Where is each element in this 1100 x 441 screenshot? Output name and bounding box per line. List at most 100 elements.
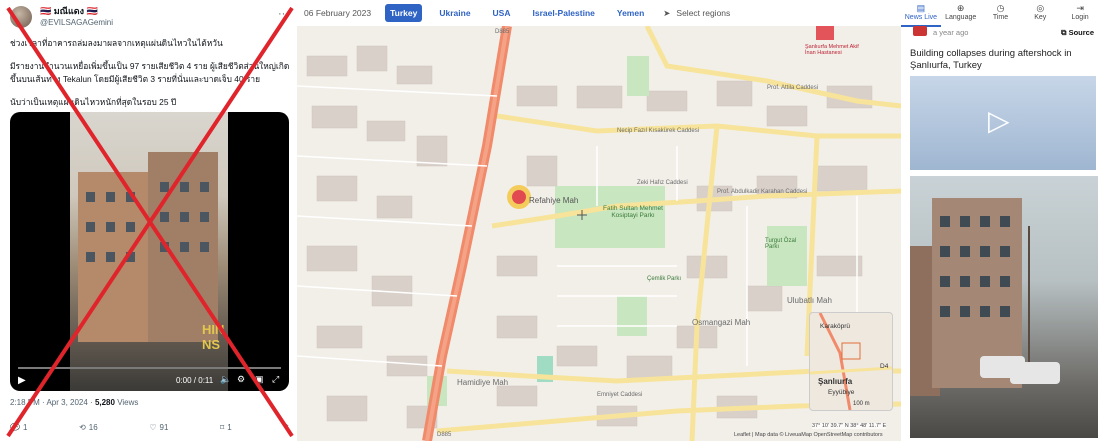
map-label-emniyet: Emniyet Caddesi — [597, 392, 643, 398]
map-label-cemlik-park: Çemlik Parkı — [647, 276, 682, 282]
fullscreen-icon[interactable]: ⤢ — [272, 374, 279, 385]
news-icon: ▤ — [916, 3, 926, 13]
source-label: Source — [1068, 28, 1094, 37]
map-label-zeki-hafiz: Zeki Hafız Caddesi — [637, 180, 688, 186]
retweet-count: 16 — [88, 423, 98, 432]
nav-key-label: Key — [1034, 14, 1047, 21]
news-timestamp: a year ago — [933, 28, 969, 37]
heart-icon: ♡ — [149, 423, 157, 432]
bookmark-icon: ⌑ — [220, 423, 225, 432]
share-icon: ⇪ — [283, 423, 290, 432]
video-controls: ▶ 0:00 / 0:11 🔈 ⚙ ▣ ⤢ — [10, 365, 289, 391]
map-label-d885-bottom: D885 — [437, 432, 452, 438]
source-link[interactable]: ⧉ Source — [1061, 28, 1094, 38]
reply-button[interactable]: 💬 1 — [10, 423, 27, 432]
play-icon[interactable]: ▷ — [988, 106, 1010, 136]
map-label-refahiye: Refahiye Mah — [529, 196, 579, 205]
clock-icon: ◷ — [996, 3, 1005, 13]
video-player[interactable]: HIN NS ▶ 0:00 / 0:11 🔈 ⚙ ▣ ⤢ — [10, 112, 289, 391]
tab-ukraine[interactable]: Ukraine — [434, 4, 475, 22]
map-label-hospital: Şanlıurfa Mehmet Akif İnan Hastanesi — [805, 44, 859, 56]
mini-map[interactable]: Karaköprü Şanlıurfa Eyyübiye D4 — [809, 312, 893, 411]
nav-time-label: Time — [992, 14, 1009, 21]
nav-login[interactable]: ⇥ Login — [1060, 0, 1100, 27]
tab-yemen[interactable]: Yemen — [612, 4, 649, 22]
map-label-prof-attila: Prof. Attila Caddesi — [767, 85, 819, 91]
settings-icon[interactable]: ⚙ — [237, 374, 245, 385]
reply-count: 1 — [22, 423, 28, 432]
volume-icon[interactable]: 🔈 — [220, 374, 231, 385]
nav-news-live[interactable]: ▤ News Live — [901, 0, 941, 27]
map-label-abdulkadir: Prof. Abdulkadir Karahan Caddesi — [717, 189, 808, 195]
pip-icon[interactable]: ▣ — [255, 374, 264, 385]
map-panel: 06 February 2023 Turkey Ukraine USA Isra… — [297, 0, 901, 441]
bookmark-count: 1 — [227, 423, 232, 432]
map-coordinates: 37° 10' 39.7" N 38° 48' 11.7" E — [812, 423, 887, 429]
like-button[interactable]: ♡ 91 — [149, 423, 168, 432]
video-progress-bar[interactable] — [18, 367, 281, 369]
news-nav: ▤ News Live ⊕ Language ◷ Time ◎ Key ⇥ Login — [901, 0, 1100, 27]
nav-language-label: Language — [945, 14, 977, 21]
nav-time[interactable]: ◷ Time — [981, 0, 1021, 27]
tweet-text-line: ช่วงเวลาที่อาคารถล่มลงมาผลจากเหตุแผ่นดิน… — [10, 38, 223, 48]
video-time: 0:00 / 0:11 — [176, 376, 214, 385]
external-link-icon: ⧉ — [1061, 28, 1069, 37]
tweet-text: ช่วงเวลาที่อาคารถล่มลงมาผลจากเหตุแผ่นดิน… — [10, 37, 290, 119]
login-icon: ⇥ — [1076, 3, 1084, 13]
map-label-turgut-park: Turgut Özal Parkı — [765, 238, 797, 250]
nav-news-live-label: News Live — [904, 14, 938, 21]
key-icon: ◎ — [1036, 3, 1045, 13]
more-options-icon[interactable]: ··· — [278, 8, 289, 20]
avatar[interactable] — [10, 6, 32, 28]
news-title: Building collapses during aftershock in … — [910, 48, 1072, 71]
map-scale: 100 m — [853, 401, 870, 407]
news-photo — [910, 176, 1098, 438]
reply-icon: 💬 — [10, 423, 20, 432]
views-label: Views — [114, 398, 139, 407]
language-icon: ⊕ — [956, 3, 965, 13]
like-count: 91 — [159, 423, 169, 432]
map-label-osmangazi: Osmangazi Mah — [692, 318, 751, 327]
tweet-meta: 2:18 PM · Apr 3, 2024 · 5,280 Views — [10, 398, 138, 407]
news-panel: ▤ News Live ⊕ Language ◷ Time ◎ Key ⇥ Login a… — [901, 0, 1100, 441]
news-subheader: a year ago ⧉ Source — [901, 28, 1100, 40]
bookmark-button[interactable]: ⌑ 1 — [220, 423, 232, 432]
map-label-fatih-park: Fatih Sultan Mehmet Kosiptayi Parkı — [603, 205, 663, 219]
map-label-d885-top: D885 — [495, 29, 510, 35]
video-frame: HIN NS — [70, 112, 228, 391]
news-video[interactable]: ▷ — [910, 76, 1096, 170]
mini-map-sanliurfa: Şanlıurfa — [818, 377, 853, 386]
nav-login-label: Login — [1071, 14, 1089, 21]
tweet-timestamp[interactable]: 2:18 PM · Apr 3, 2024 · — [10, 398, 95, 407]
select-regions-button[interactable]: ➤ Select regions — [663, 8, 730, 19]
tweet-text-line: มีรายงานจำนวนเหยื่อเพิ่มขึ้นเป็น 97 รายเ… — [10, 61, 290, 84]
navigation-arrow-icon: ➤ — [663, 7, 671, 18]
nav-language[interactable]: ⊕ Language — [941, 0, 981, 27]
mini-map-road: D4 — [880, 363, 889, 370]
display-name[interactable]: 🇹🇭 มณีแดง 🇹🇭 — [40, 6, 113, 17]
map-date[interactable]: 06 February 2023 — [304, 8, 371, 18]
nav-key[interactable]: ◎ Key — [1020, 0, 1060, 27]
select-regions-label: Select regions — [676, 8, 731, 18]
tab-usa[interactable]: USA — [488, 4, 516, 22]
share-button[interactable]: ⇪ — [283, 423, 290, 432]
map-label-necip: Necip Fazıl Kısakürek Caddesi — [617, 128, 700, 134]
tweet-text-line: นับว่าเป็นเหตุแผ่นดินไหวหนักที่สุดในรอบ … — [10, 97, 177, 107]
tweet-panel: 🇹🇭 มณีแดง 🇹🇭 @EVILSAGAGemini ··· ช่วงเวล… — [0, 0, 297, 441]
play-icon[interactable]: ▶ — [18, 375, 26, 386]
tab-turkey[interactable]: Turkey — [385, 4, 423, 22]
map-label-ulubatli: Ulubatlı Mah — [787, 296, 832, 305]
handle[interactable]: @EVILSAGAGemini — [40, 17, 113, 28]
tweet-actions: 💬 1 ⟲ 16 ♡ 91 ⌑ 1 ⇪ — [10, 423, 290, 432]
map-label-hamidiye: Hamidiye Mah — [457, 378, 509, 387]
mini-map-karakopru: Karaköprü — [820, 323, 850, 330]
video-watermark: HIN NS — [202, 322, 225, 352]
retweet-icon: ⟲ — [79, 423, 86, 432]
views-count: 5,280 — [94, 398, 115, 407]
tab-israel-palestine[interactable]: Israel-Palestine — [528, 4, 600, 22]
retweet-button[interactable]: ⟲ 16 — [79, 423, 98, 432]
mini-map-eyyubiye: Eyyübiye — [828, 389, 855, 396]
map-attribution[interactable]: Leaflet | Map data © LiveuaMap OpenStree… — [734, 432, 883, 438]
tweet-header: 🇹🇭 มณีแดง 🇹🇭 @EVILSAGAGemini — [10, 6, 113, 28]
map-toolbar: 06 February 2023 Turkey Ukraine USA Isra… — [297, 0, 901, 26]
